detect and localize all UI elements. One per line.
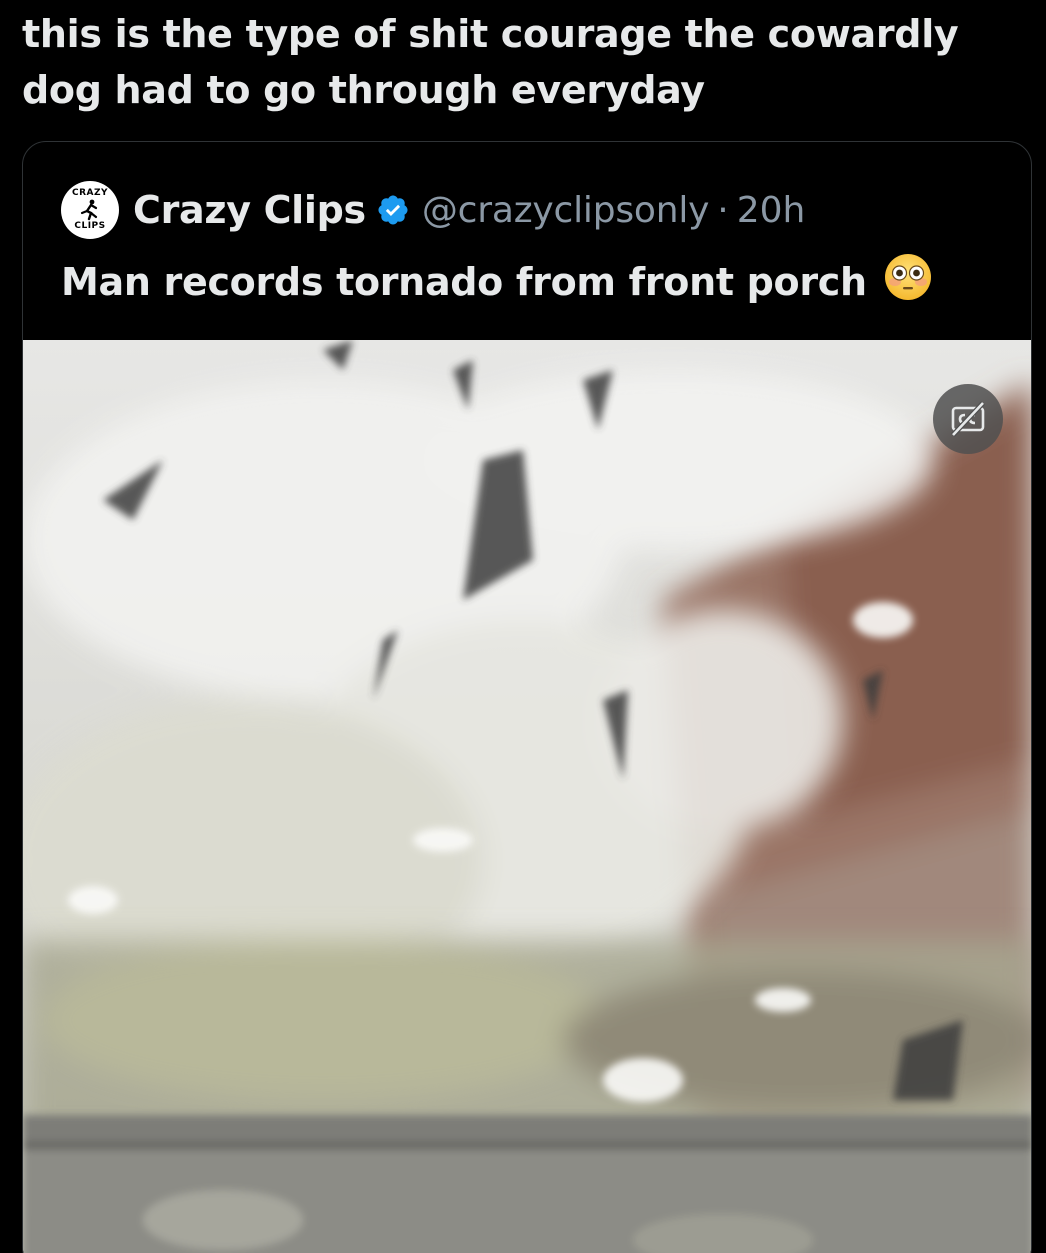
quoted-tweet-card[interactable]: CRAZY CLIPS Crazy Clips @crazyclipsonly xyxy=(22,141,1032,1253)
quoted-tweet-text-row: Man records tornado from front porch xyxy=(61,252,933,311)
verified-badge-icon xyxy=(376,193,410,227)
user-handle[interactable]: @crazyclipsonly xyxy=(422,190,710,231)
avatar-logo-text-top: CRAZY xyxy=(71,188,109,198)
dot-separator: · xyxy=(717,189,729,231)
video-frame xyxy=(23,340,1031,1253)
avatar-logo-text-bottom: CLIPS xyxy=(74,221,106,231)
tweet-page: this is the type of shit courage the cow… xyxy=(0,0,1046,1253)
captions-off-icon xyxy=(951,401,985,437)
display-name[interactable]: Crazy Clips xyxy=(133,188,366,232)
captions-off-button[interactable] xyxy=(933,384,1003,454)
avatar[interactable]: CRAZY CLIPS xyxy=(61,181,119,239)
flushed-face-emoji-icon xyxy=(883,252,933,311)
video-player[interactable] xyxy=(23,340,1031,1253)
timestamp[interactable]: 20h xyxy=(737,190,806,231)
running-figure-icon xyxy=(80,199,98,221)
quoted-tweet-text: Man records tornado from front porch xyxy=(61,259,867,304)
quoted-tweet-header: CRAZY CLIPS Crazy Clips @crazyclipsonly xyxy=(61,181,806,239)
tweet-text: this is the type of shit courage the cow… xyxy=(22,12,959,112)
